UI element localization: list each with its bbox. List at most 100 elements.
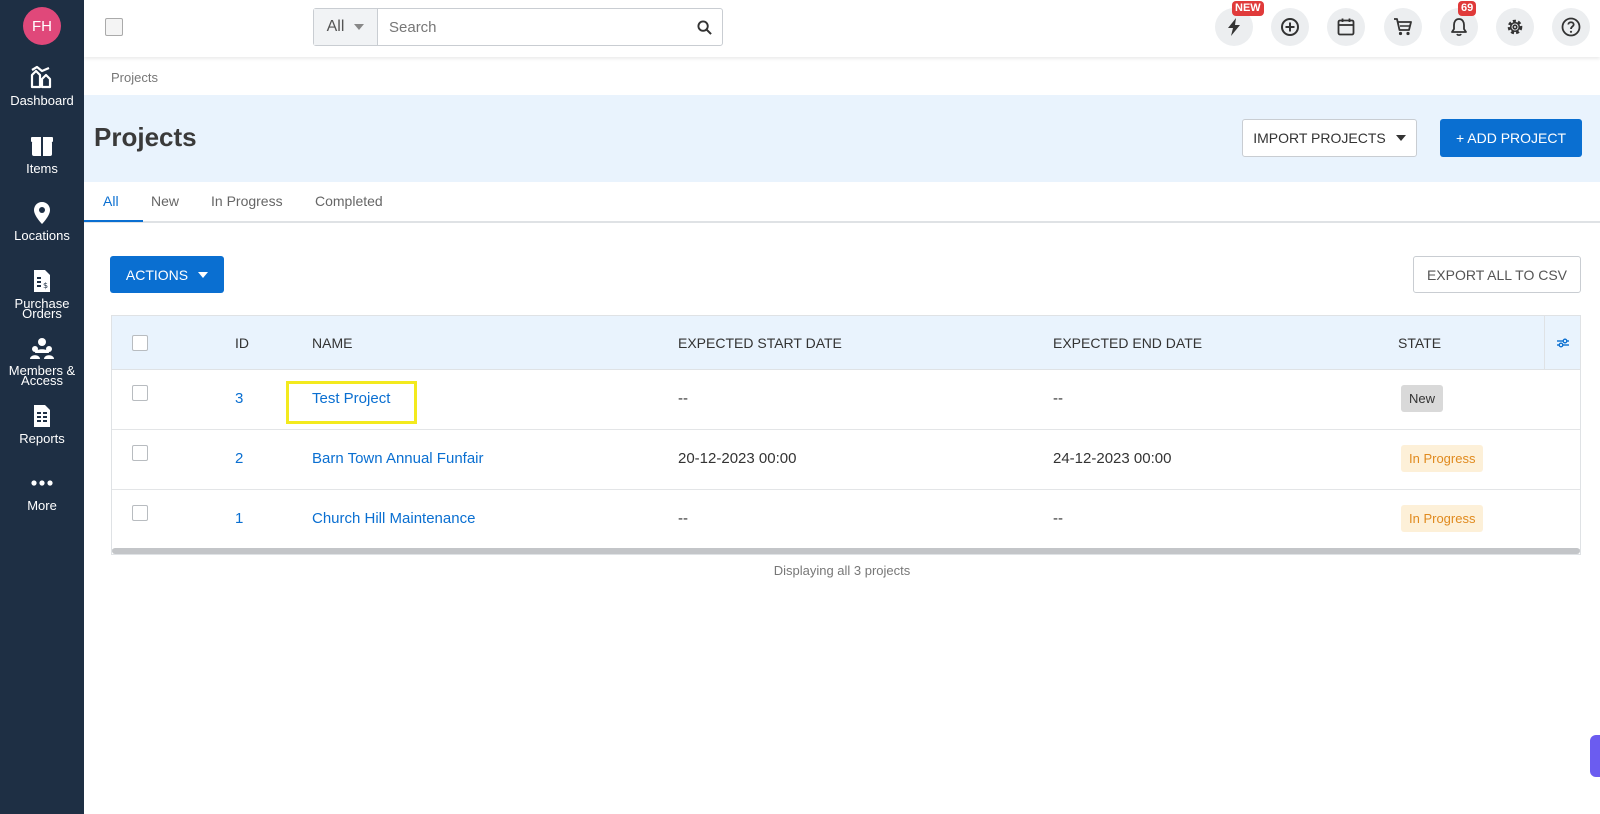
items-icon — [31, 137, 53, 156]
search-input[interactable] — [378, 9, 686, 45]
project-id[interactable]: 1 — [235, 510, 243, 527]
chevron-down-icon — [198, 271, 209, 278]
status-badge: In Progress — [1401, 505, 1484, 532]
top-header: All NEW 69 — [84, 0, 1600, 57]
actions-button[interactable]: ACTIONS — [110, 256, 224, 293]
purchase-orders-icon: $ — [34, 270, 50, 292]
search-scope-select[interactable]: All — [314, 9, 378, 45]
search-bar: All — [313, 8, 723, 46]
column-header-start-date[interactable]: EXPECTED START DATE — [678, 335, 842, 351]
table-row: 2 Barn Town Annual Funfair 20-12-2023 00… — [112, 430, 1580, 490]
logo-image[interactable] — [105, 18, 123, 36]
search-scope-value: All — [326, 18, 345, 35]
sidebar-item-label: Reports — [19, 431, 65, 446]
sidebar-item-items[interactable]: Items — [0, 133, 84, 176]
chat-widget-tab[interactable] — [1590, 735, 1600, 777]
add-circle-icon — [1281, 18, 1299, 36]
sidebar-item-dashboard[interactable]: Dashboard — [0, 65, 84, 108]
actions-label: ACTIONS — [125, 266, 189, 283]
sidebar-item-purchase-orders[interactable]: $ Purchase Orders — [0, 268, 84, 321]
sidebar: FH Dashboard Items Locations $ Purchase … — [0, 0, 84, 814]
sidebar-item-label: Dashboard — [10, 93, 74, 108]
cart-icon — [1394, 18, 1412, 36]
dashboard-icon — [30, 65, 52, 89]
sidebar-item-reports[interactable]: Reports — [0, 403, 84, 446]
active-tab-indicator — [84, 220, 143, 222]
breadcrumb[interactable]: Projects — [111, 70, 158, 85]
tab-new[interactable]: New — [151, 193, 179, 209]
calendar-icon — [1337, 18, 1355, 36]
calendar-button[interactable] — [1327, 8, 1365, 46]
column-settings-button[interactable] — [1544, 316, 1580, 370]
project-start-date: -- — [678, 510, 688, 527]
chevron-down-icon — [354, 24, 365, 30]
lightning-icon — [1228, 18, 1240, 36]
page-header: Projects IMPORT PROJECTS + ADD PROJECT — [84, 95, 1600, 182]
sidebar-item-label: Items — [26, 161, 58, 176]
sliders-icon — [1556, 338, 1569, 348]
notification-count-badge: 69 — [1458, 1, 1477, 16]
notifications-button[interactable]: 69 — [1440, 1, 1478, 46]
chevron-down-icon — [1395, 135, 1406, 141]
sidebar-item-label: Locations — [14, 228, 70, 243]
sidebar-item-more[interactable]: More — [0, 470, 84, 513]
bell-icon — [1451, 18, 1467, 36]
project-id[interactable]: 3 — [235, 390, 243, 407]
column-header-name[interactable]: NAME — [312, 335, 352, 351]
sidebar-item-label: Purchase Orders — [14, 296, 70, 321]
select-all-checkbox[interactable] — [132, 335, 148, 351]
project-end-date: -- — [1053, 510, 1063, 527]
new-badge: NEW — [1232, 1, 1264, 16]
project-start-date: -- — [678, 390, 688, 407]
export-csv-button[interactable]: EXPORT ALL TO CSV — [1413, 256, 1581, 293]
table-row: 1 Church Hill Maintenance -- -- In Progr… — [112, 490, 1580, 550]
project-name-link[interactable]: Test Project — [312, 390, 390, 407]
search-icon — [696, 19, 712, 35]
quick-add-button[interactable] — [1271, 8, 1309, 46]
help-button[interactable] — [1552, 8, 1590, 46]
tab-completed[interactable]: Completed — [315, 193, 383, 209]
svg-text:$: $ — [43, 281, 48, 290]
cart-button[interactable] — [1384, 8, 1422, 46]
row-checkbox[interactable] — [132, 445, 148, 461]
table-footer-count: Displaying all 3 projects — [773, 563, 911, 578]
table-row: 3 Test Project -- -- New — [112, 370, 1580, 430]
app: FH Dashboard Items Locations $ Purchase … — [0, 0, 1600, 814]
gear-icon — [1507, 19, 1523, 35]
tab-all[interactable]: All — [103, 193, 119, 209]
row-checkbox[interactable] — [132, 385, 148, 401]
row-checkbox[interactable] — [132, 505, 148, 521]
horizontal-scrollbar[interactable] — [112, 548, 1580, 554]
tab-bar: All New In Progress Completed — [84, 182, 1600, 223]
avatar[interactable]: FH — [23, 7, 61, 45]
help-icon — [1561, 17, 1581, 37]
project-end-date: 24-12-2023 00:00 — [1053, 450, 1172, 467]
sidebar-item-locations[interactable]: Locations — [0, 200, 84, 243]
sidebar-item-label: Members & Access — [8, 363, 76, 388]
column-header-id[interactable]: ID — [235, 335, 249, 351]
project-start-date: 20-12-2023 00:00 — [678, 450, 797, 467]
more-icon — [31, 480, 53, 486]
import-projects-label: IMPORT PROJECTS — [1253, 130, 1386, 146]
project-name-link[interactable]: Barn Town Annual Funfair — [312, 450, 484, 467]
search-button[interactable] — [686, 9, 722, 45]
project-name-link[interactable]: Church Hill Maintenance — [312, 510, 475, 527]
status-badge: In Progress — [1401, 445, 1484, 472]
whats-new-button[interactable]: NEW — [1215, 1, 1264, 46]
sidebar-item-label: More — [27, 498, 57, 513]
table-header: ID NAME EXPECTED START DATE EXPECTED END… — [112, 316, 1580, 370]
reports-icon — [34, 405, 50, 427]
import-projects-button[interactable]: IMPORT PROJECTS — [1242, 119, 1417, 157]
add-project-button[interactable]: + ADD PROJECT — [1440, 119, 1582, 157]
project-id[interactable]: 2 — [235, 450, 243, 467]
column-header-end-date[interactable]: EXPECTED END DATE — [1053, 335, 1202, 351]
settings-button[interactable] — [1496, 8, 1534, 46]
sidebar-item-members[interactable]: Members & Access — [0, 335, 84, 388]
project-end-date: -- — [1053, 390, 1063, 407]
tab-in-progress[interactable]: In Progress — [211, 193, 283, 209]
page-title: Projects — [94, 122, 197, 152]
column-header-state[interactable]: STATE — [1398, 335, 1441, 351]
status-badge: New — [1401, 385, 1444, 412]
members-icon — [30, 338, 54, 359]
location-pin-icon — [34, 202, 50, 224]
